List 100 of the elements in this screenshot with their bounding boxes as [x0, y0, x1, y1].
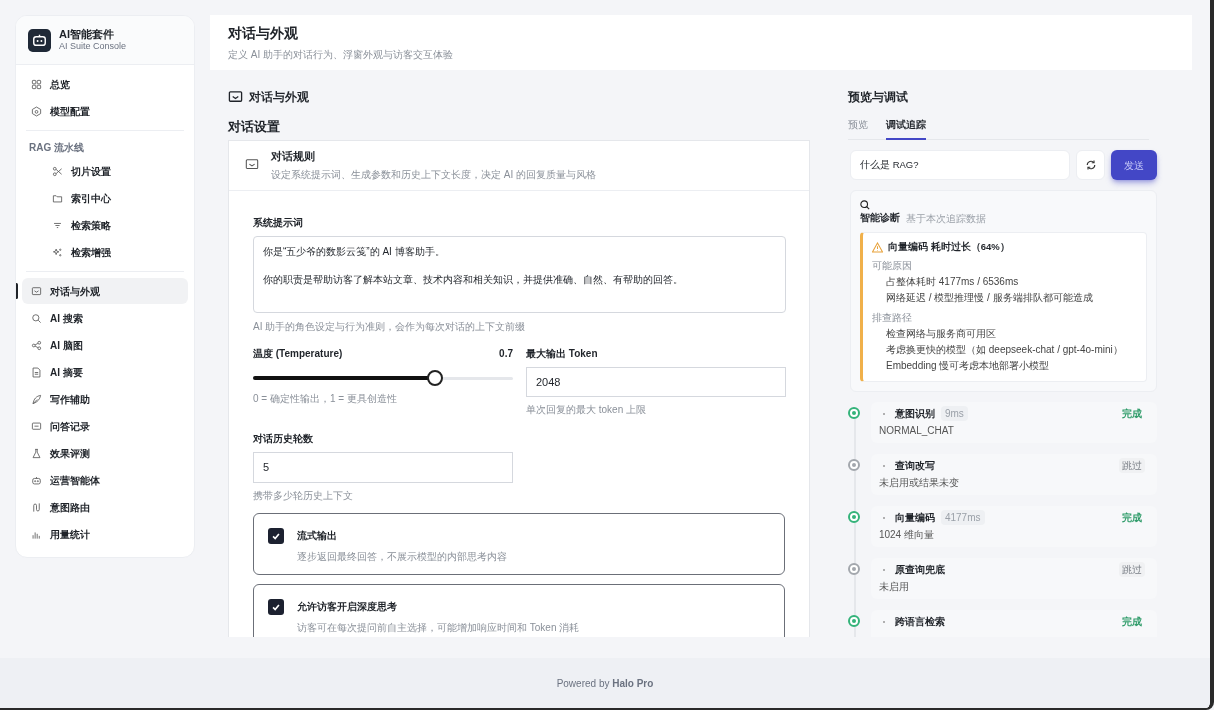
sidebar-item[interactable]: 索引中心	[22, 185, 188, 211]
input-field[interactable]: 2048	[526, 366, 786, 397]
chat-icon	[228, 89, 243, 105]
slider-thumb[interactable]	[427, 369, 443, 386]
sidebar-item[interactable]: 检索增强	[22, 239, 188, 265]
status-label: 跳过	[1119, 458, 1145, 474]
card-description: 设定系统提示词、生成参数和历史上下文长度，决定 AI 的回复质量与风格	[271, 168, 596, 183]
sidebar-item[interactable]: 切片设置	[22, 158, 188, 184]
slider-value: 0.7	[499, 346, 513, 361]
search-icon	[860, 200, 870, 210]
duration-label: 9ms	[940, 406, 968, 422]
diagnosis-subtitle: 基于本次追踪数据	[906, 212, 986, 226]
prompt-textarea[interactable]: 你是“五少爷的数影云笺”的 AI 博客助手。 你的职责是帮助访客了解本站文章、技术内容和相关知识，并提供准确、自然、有帮助的回答。	[253, 235, 786, 313]
warning-icon	[872, 241, 883, 253]
share-icon	[31, 339, 42, 351]
step-title: 向量编码	[894, 511, 935, 526]
chat-icon	[31, 285, 42, 297]
option-title: 流式输出	[297, 528, 338, 543]
step-detail: 未启用或结果未变	[878, 476, 960, 491]
input-field[interactable]: 5	[253, 451, 513, 483]
sidebar-item[interactable]: 检索策略	[22, 212, 188, 238]
robot-icon	[28, 28, 51, 52]
chat-icon	[245, 158, 259, 172]
alert-item: 网络延迟 / 模型推理慢 / 服务端排队都可能造成	[885, 291, 1094, 306]
sidebar-item[interactable]: AI 脑图	[22, 332, 188, 358]
step-detail: NORMAL_CHAT	[878, 424, 955, 439]
alert-title: 向量编码 耗时过长（64%）	[888, 240, 1010, 254]
prompt-line: 你是“五少爷的数影云笺”的 AI 博客助手。	[263, 244, 446, 259]
field-label: 温度 (Temperature)	[253, 346, 343, 361]
brand-title: AI智能套件	[59, 27, 115, 42]
flask-icon	[31, 447, 42, 459]
option-card[interactable]: 流式输出 逐步返回最终回答，不展示模型的内部思考内容	[253, 512, 785, 575]
sidebar-item[interactable]: 问答记录	[22, 413, 188, 439]
document-icon	[31, 366, 42, 378]
status-label: 完成	[1121, 407, 1143, 422]
sidebar-item[interactable]: 模型配置	[22, 98, 188, 124]
cube-icon	[31, 105, 42, 117]
send-button[interactable]: 发送	[1111, 150, 1157, 180]
help-text: 单次回复的最大 token 上限	[526, 402, 648, 417]
step-title: 意图识别	[894, 407, 935, 422]
scissors-icon	[52, 165, 63, 177]
help-text: 0 = 确定性输出，1 = 更具创造性	[253, 391, 398, 406]
sidebar-item[interactable]: 效果评测	[22, 440, 188, 466]
sidebar-item[interactable]: 用量统计	[22, 521, 188, 547]
sparkle-icon	[52, 246, 63, 258]
alert-item: 检查网络与服务商可用区	[885, 327, 997, 342]
sidebar-item[interactable]: 意图路由	[22, 494, 188, 520]
page-title: 对话与外观	[228, 24, 299, 43]
alert-item: 占整体耗时 4177ms / 6536ms	[885, 275, 1020, 290]
search-icon	[31, 312, 42, 324]
tab[interactable]: 调试追踪	[886, 117, 926, 140]
status-label: 完成	[1121, 615, 1143, 630]
page-subtitle: 定义 AI 助手的对话行为、浮窗外观与访客交互体验	[228, 48, 454, 62]
option-description: 逐步返回最终回答，不展示模型的内部思考内容	[297, 549, 507, 564]
sidebar-item[interactable]: 总览	[22, 71, 188, 97]
alert-item: 考虑换更快的模型（如 deepseek-chat / gpt-4o-mini）	[885, 343, 1124, 358]
sidebar-item[interactable]: 写作辅助	[22, 386, 188, 412]
step-detail: 1024 维向量	[878, 528, 935, 543]
step-title: 原查询兜底	[894, 563, 945, 578]
query-field[interactable]: 什么是 RAG?	[850, 150, 1070, 180]
sidebar-item[interactable]: AI 搜索	[22, 305, 188, 331]
alert-item: Embedding 慢可考虑本地部署小模型	[885, 359, 1051, 374]
alert-section-heading: 排查路径	[872, 311, 913, 326]
step-title: 跨语言检索	[894, 615, 945, 630]
sidebar-item[interactable]: AI 摘要	[22, 359, 188, 385]
diagnosis-title: 智能诊断	[860, 211, 900, 226]
grid-icon	[31, 78, 42, 90]
subsection-title: 对话设置	[228, 118, 281, 136]
refresh-icon	[1084, 159, 1097, 171]
brand-subtitle: AI Suite Console	[59, 41, 127, 53]
feather-icon	[31, 393, 42, 405]
message-icon	[31, 420, 42, 432]
refresh-button[interactable]	[1076, 150, 1105, 180]
status-label: 跳过	[1119, 562, 1145, 578]
route-icon	[31, 501, 42, 513]
panel-title: 预览与调试	[848, 89, 909, 106]
footer-text: Powered by Halo Pro	[556, 676, 654, 691]
option-title: 允许访客开启深度思考	[297, 599, 398, 614]
step-title: 查询改写	[894, 459, 935, 474]
step-detail: 未启用	[878, 580, 910, 595]
option-description: 访客可在每次提问前自主选择，可能增加响应时间和 Token 消耗	[297, 620, 580, 635]
field-label: 对话历史轮数	[253, 431, 314, 446]
prompt-line: 你的职责是帮助访客了解本站文章、技术内容和相关知识，并提供准确、自然、有帮助的回答。	[263, 272, 684, 287]
help-text: 携带多少轮历史上下文	[253, 488, 354, 503]
section-heading: RAG 流水线	[28, 141, 85, 155]
card-title: 对话规则	[271, 148, 316, 164]
field-label: 系统提示词	[253, 215, 304, 230]
sidebar-item[interactable]: 运营智能体	[22, 467, 188, 493]
robot-icon	[31, 474, 42, 486]
folder-icon	[52, 192, 63, 204]
section-title: 对话与外观	[249, 89, 309, 106]
field-label: 最大输出 Token	[526, 346, 599, 361]
alert-section-heading: 可能原因	[872, 259, 913, 274]
checkbox[interactable]	[268, 598, 284, 615]
temperature-slider[interactable]	[253, 368, 513, 387]
help-text: AI 助手的角色设定与行为准则，会作为每次对话的上下文前缀	[253, 319, 527, 334]
status-label: 完成	[1121, 511, 1143, 526]
duration-label: 4177ms	[940, 510, 985, 526]
option-card[interactable]: 允许访客开启深度思考 访客可在每次提问前自主选择，可能增加响应时间和 Token 消耗	[253, 583, 785, 637]
checkbox[interactable]	[268, 527, 284, 544]
